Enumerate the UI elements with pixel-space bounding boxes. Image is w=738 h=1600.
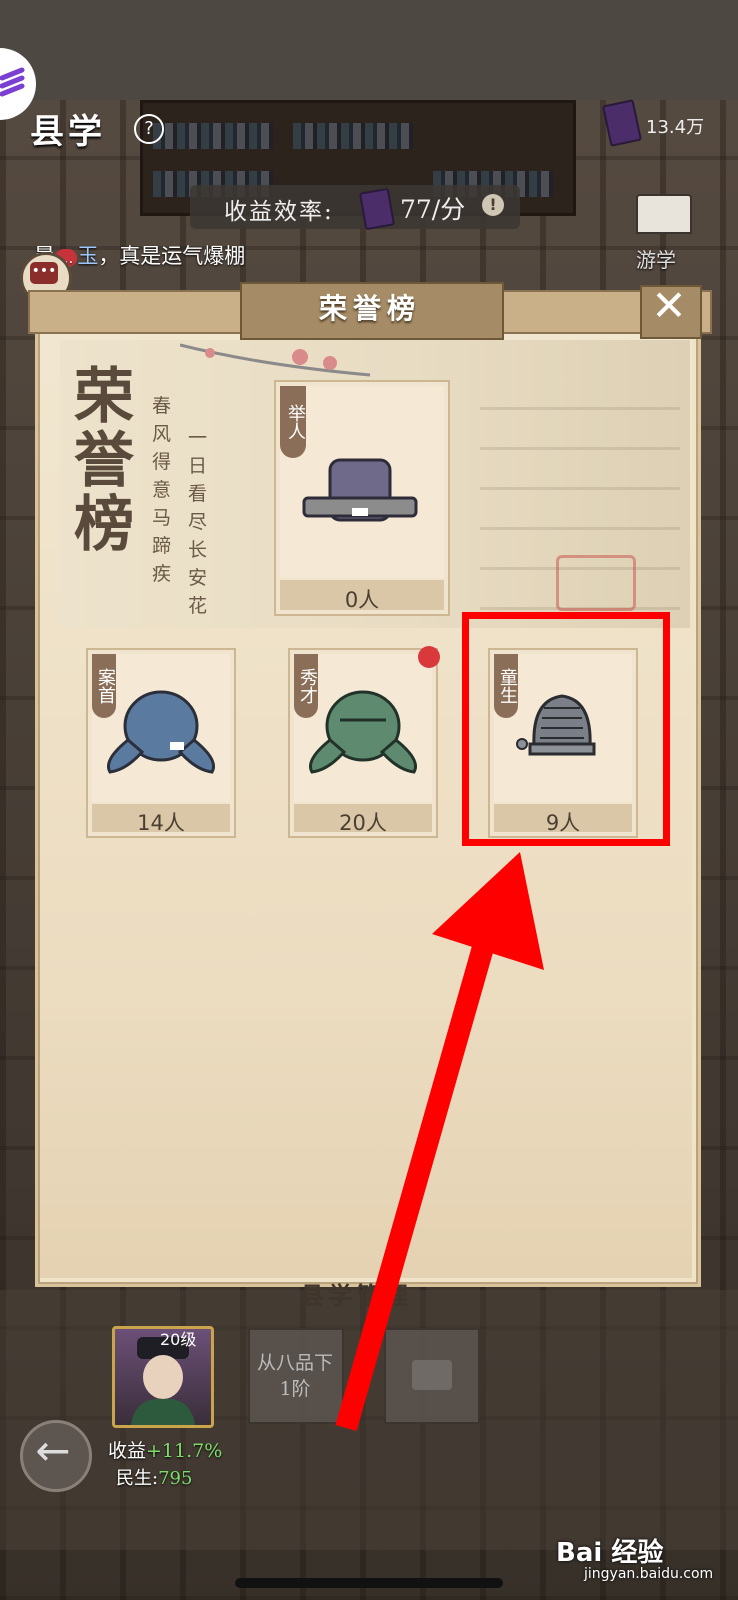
watermark-url: jingyan.baidu.com <box>584 1566 714 1582</box>
baidu-watermark: Bai 经验 <box>556 1538 664 1568</box>
annotation-arrow <box>335 852 544 1432</box>
home-indicator[interactable] <box>235 1578 503 1588</box>
